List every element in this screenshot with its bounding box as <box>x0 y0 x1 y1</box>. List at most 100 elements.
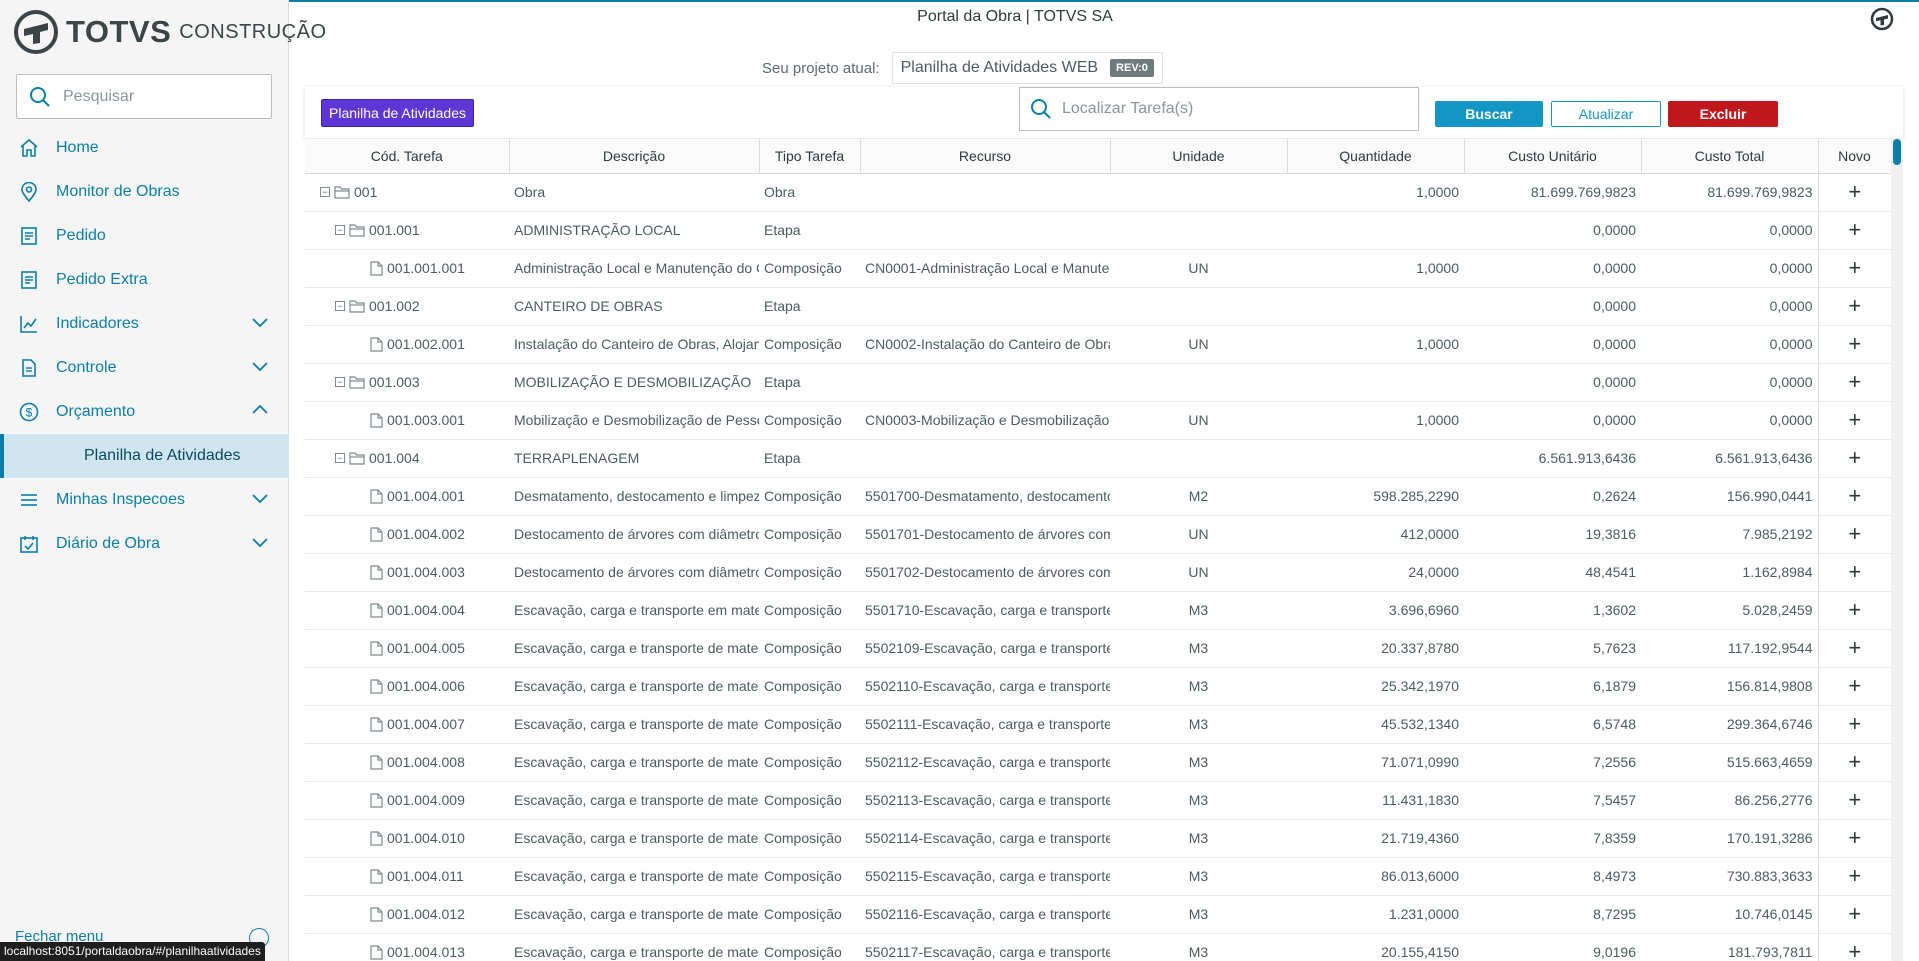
sidebar-search-input[interactable] <box>63 87 253 106</box>
table-row[interactable]: 001.004.005 Escavação, carga e transporte… <box>305 629 1891 668</box>
cell-description: Escavação, carga e transporte de materia… <box>509 819 759 858</box>
sidebar-item-monitor-de-obras[interactable]: Monitor de Obras <box>0 170 289 214</box>
column-header-unit[interactable]: Unidade <box>1110 139 1288 174</box>
table-row[interactable]: 001.004.008 Escavação, carga e transporte… <box>305 743 1891 782</box>
sidebar-item-label: Indicadores <box>56 315 139 332</box>
cell-total-cost: 0,0000 <box>1641 325 1818 364</box>
sidebar-item-minhas-inspecoes[interactable]: Minhas Inspecoes <box>0 478 289 522</box>
add-child-button[interactable]: + <box>1817 857 1891 896</box>
table-row[interactable]: 001.001.001 Administração Local e Manuten… <box>305 249 1891 288</box>
sidebar-item-planilha-de-atividades[interactable]: Planilha de Atividades <box>0 434 289 478</box>
add-child-button[interactable]: + <box>1817 629 1891 668</box>
chevron-down-icon[interactable] <box>251 536 269 548</box>
column-header-total-cost[interactable]: Custo Total <box>1641 139 1819 174</box>
project-selector[interactable]: Planilha de Atividades WEB REV:0 <box>891 52 1163 84</box>
task-search[interactable] <box>1019 87 1419 131</box>
table-row[interactable]: − 001.004 TERRAPLENAGEM Etapa 6.561.913,6436… <box>305 439 1891 478</box>
add-child-button[interactable]: + <box>1817 743 1891 782</box>
add-child-button[interactable]: + <box>1817 173 1891 212</box>
table-row[interactable]: − 001.003 MOBILIZAÇÃO E DESMOBILIZAÇÃO Etap… <box>305 363 1891 402</box>
table-row[interactable]: 001.004.012 Escavação, carga e transporte… <box>305 895 1891 934</box>
table-row[interactable]: − 001.002 CANTEIRO DE OBRAS Etapa 0,0000 0,00… <box>305 287 1891 326</box>
sidebar-item-orcamento[interactable]: $ Orçamento <box>0 390 289 434</box>
cell-task-type: Etapa <box>759 287 860 326</box>
status-bar-url: localhost:8051/portaldaobra/#/planilhaat… <box>0 942 265 961</box>
add-child-button[interactable]: + <box>1817 211 1891 250</box>
table-row[interactable]: 001.004.004 Escavação, carga e transporte… <box>305 591 1891 630</box>
column-header-description[interactable]: Descrição <box>509 139 760 174</box>
add-child-button[interactable]: + <box>1817 667 1891 706</box>
table-row[interactable]: 001.004.011 Escavação, carga e transporte… <box>305 857 1891 896</box>
add-child-button[interactable]: + <box>1817 591 1891 630</box>
table-row[interactable]: −001 Obra Obra 1,0000 81.699.769,9823 81.699.… <box>305 173 1891 212</box>
file-icon <box>370 792 383 808</box>
add-child-button[interactable]: + <box>1817 705 1891 744</box>
sidebar-item-pedido[interactable]: Pedido <box>0 214 289 258</box>
table-row[interactable]: 001.004.007 Escavação, carga e transporte… <box>305 705 1891 744</box>
column-header-quantity[interactable]: Quantidade <box>1287 139 1465 174</box>
cell-quantity <box>1287 211 1464 250</box>
scrollbar-thumb[interactable] <box>1893 139 1901 165</box>
collapse-toggle-icon[interactable]: − <box>335 453 345 463</box>
add-child-button[interactable]: + <box>1817 439 1891 478</box>
table-row[interactable]: 001.002.001 Instalação do Canteiro de Obr… <box>305 325 1891 364</box>
task-search-input[interactable] <box>1062 100 1392 118</box>
cell-resource: 5502110-Escavação, carga e transporte d <box>860 667 1110 706</box>
add-child-button[interactable]: + <box>1817 781 1891 820</box>
tab-planilha-de-atividades[interactable]: Planilha de Atividades <box>321 99 474 127</box>
search-button[interactable]: Buscar <box>1435 101 1543 127</box>
collapse-toggle-icon[interactable]: − <box>335 377 345 387</box>
column-header-code[interactable]: Cód. Tarefa <box>305 139 510 174</box>
table-row[interactable]: 001.004.009 Escavação, carga e transporte… <box>305 781 1891 820</box>
table-row[interactable]: 001.004.006 Escavação, carga e transporte… <box>305 667 1891 706</box>
refresh-button[interactable]: Atualizar <box>1551 101 1661 127</box>
add-child-button[interactable]: + <box>1817 819 1891 858</box>
add-child-button[interactable]: + <box>1817 477 1891 516</box>
table-row[interactable]: 001.004.003 Destocamento de árvores com d… <box>305 553 1891 592</box>
page-title: Portal da Obra | TOTVS SA <box>917 8 1113 25</box>
table-row[interactable]: 001.004.013 Escavação, carga e transporte… <box>305 933 1891 961</box>
add-child-button[interactable]: + <box>1817 363 1891 402</box>
chevron-up-icon[interactable] <box>251 404 269 416</box>
sidebar-item-diario-de-obra[interactable]: Diário de Obra <box>0 522 289 566</box>
cell-resource: 5501710-Escavação, carga e transporte e <box>860 591 1110 630</box>
column-header-task-type[interactable]: Tipo Tarefa <box>759 139 861 174</box>
chevron-down-icon[interactable] <box>251 316 269 328</box>
cell-description: Escavação, carga e transporte de materia… <box>509 743 759 782</box>
table-scrollbar[interactable] <box>1891 139 1903 961</box>
cell-quantity: 25.342,1970 <box>1287 667 1464 706</box>
cell-quantity: 20.337,8780 <box>1287 629 1464 668</box>
add-child-button[interactable]: + <box>1817 895 1891 934</box>
totvs-user-icon[interactable] <box>1870 7 1894 31</box>
logo[interactable]: TOTVS CONSTRUÇÃO <box>14 10 327 54</box>
add-child-button[interactable]: + <box>1817 553 1891 592</box>
collapse-toggle-icon[interactable]: − <box>335 301 345 311</box>
table-row[interactable]: 001.004.001 Desmatamento, destocamento e … <box>305 477 1891 516</box>
chevron-down-icon[interactable] <box>251 360 269 372</box>
sidebar-item-indicadores[interactable]: Indicadores <box>0 302 289 346</box>
add-child-button[interactable]: + <box>1817 933 1891 961</box>
column-header-resource[interactable]: Recurso <box>860 139 1111 174</box>
cell-description: MOBILIZAÇÃO E DESMOBILIZAÇÃO <box>509 363 759 402</box>
sidebar-item-home[interactable]: Home <box>0 126 289 170</box>
table-row[interactable]: − 001.001 ADMINISTRAÇÃO LOCAL Etapa 0,0000 0,… <box>305 211 1891 250</box>
collapse-toggle-icon[interactable]: − <box>320 187 330 197</box>
delete-button[interactable]: Excluir <box>1668 101 1778 127</box>
add-child-button[interactable]: + <box>1817 401 1891 440</box>
add-child-button[interactable]: + <box>1817 515 1891 554</box>
table-row[interactable]: 001.004.010 Escavação, carga e transporte… <box>305 819 1891 858</box>
code-wrapper: 001.004.012 <box>310 906 504 922</box>
table-row[interactable]: 001.004.002 Destocamento de árvores com d… <box>305 515 1891 554</box>
sidebar-search[interactable] <box>16 74 272 119</box>
sidebar-item-controle[interactable]: Controle <box>0 346 289 390</box>
chevron-down-icon[interactable] <box>251 492 269 504</box>
add-child-button[interactable]: + <box>1817 325 1891 364</box>
task-code: 001.004.012 <box>387 906 465 922</box>
activities-table: Cód. Tarefa Descrição Tipo Tarefa Recurs… <box>305 139 1891 961</box>
add-child-button[interactable]: + <box>1817 287 1891 326</box>
column-header-unit-cost[interactable]: Custo Unitário <box>1464 139 1642 174</box>
table-row[interactable]: 001.003.001 Mobilização e Desmobilização … <box>305 401 1891 440</box>
collapse-toggle-icon[interactable]: − <box>335 225 345 235</box>
add-child-button[interactable]: + <box>1817 249 1891 288</box>
sidebar-item-pedido-extra[interactable]: Pedido Extra <box>0 258 289 302</box>
